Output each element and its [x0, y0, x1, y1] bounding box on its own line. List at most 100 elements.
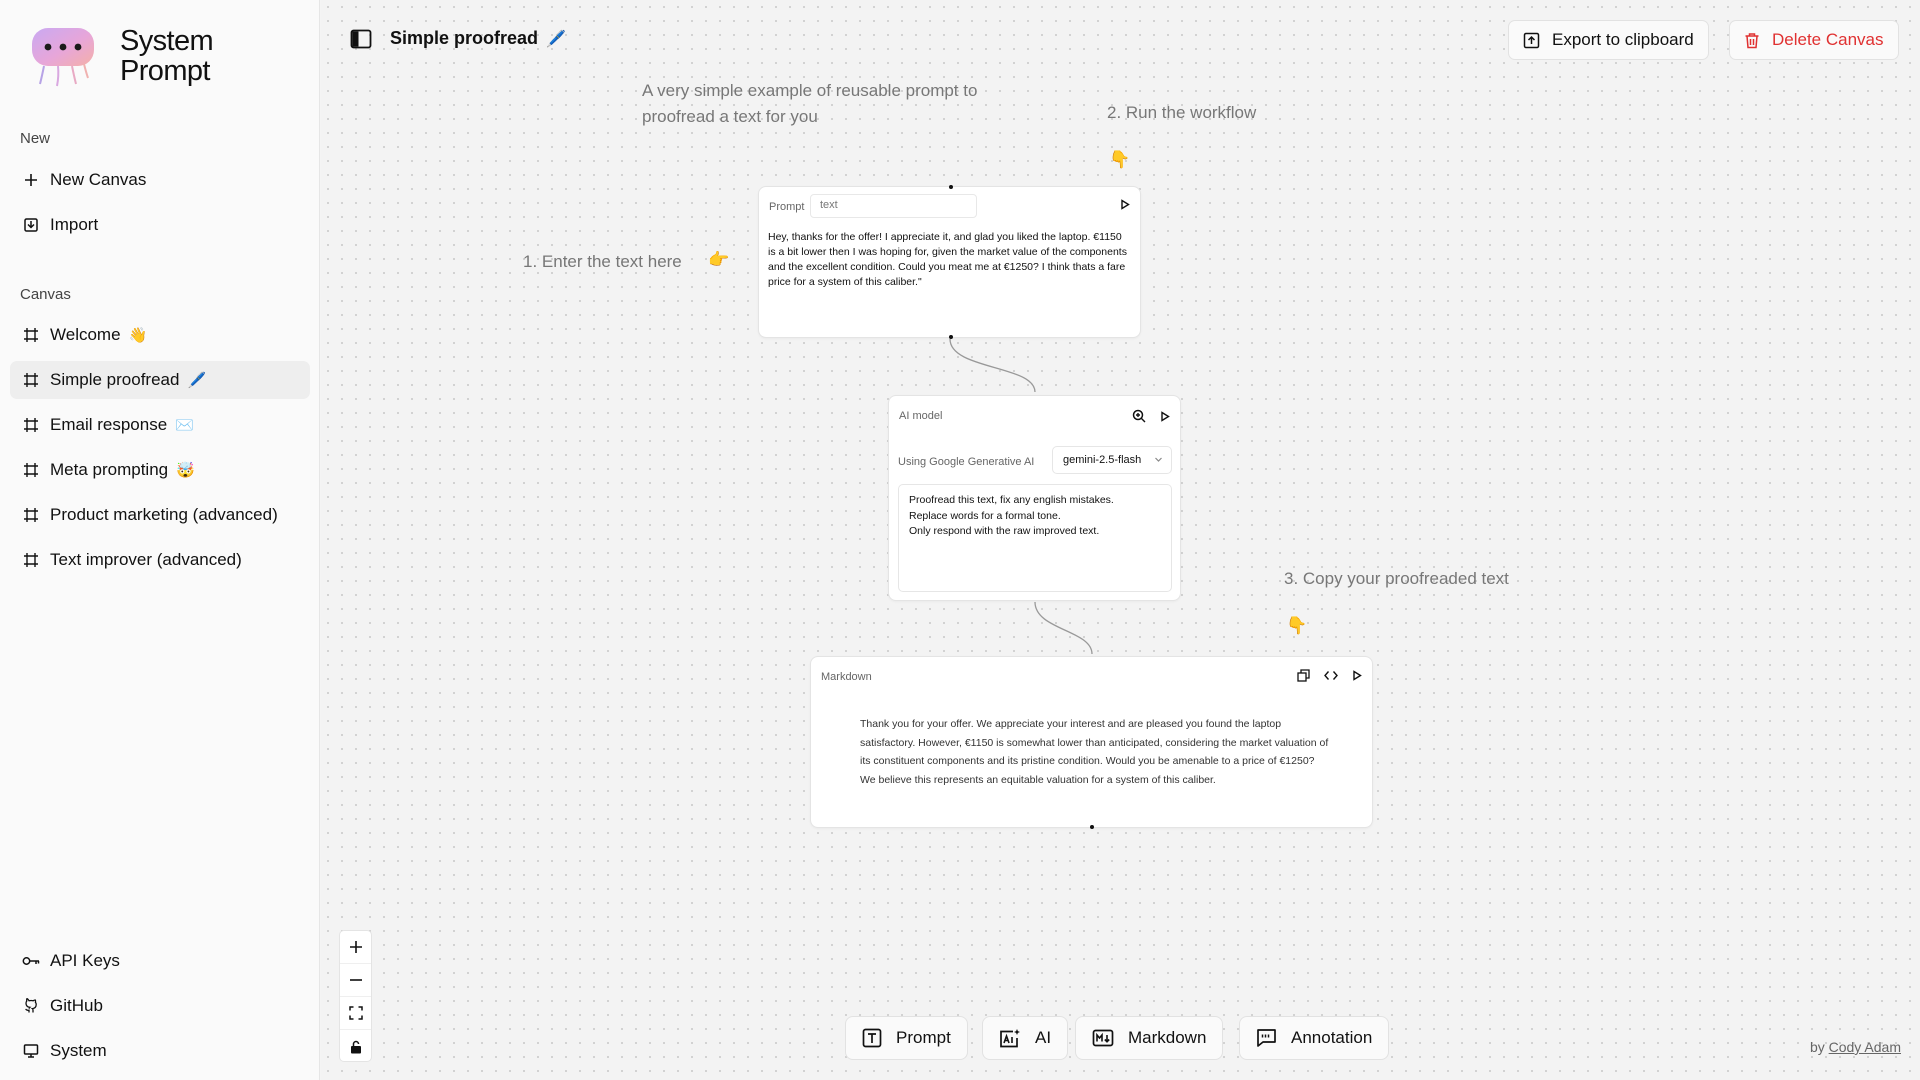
pointing-down-emoji: 👇: [1109, 150, 1131, 169]
markdown-output[interactable]: Thank you for your offer. We appreciate …: [860, 715, 1330, 789]
chevron-down-icon: [1154, 455, 1163, 467]
instruction-line: Only respond with the raw improved text.: [909, 525, 1100, 537]
minus-icon: [349, 979, 362, 981]
add-annotation-button[interactable]: Annotation: [1239, 1016, 1390, 1060]
pointing-right-emoji: 👉: [708, 250, 730, 269]
sidebar-item-label: Text improver (advanced): [50, 550, 242, 569]
instruction-line: Replace words for a formal tone.: [909, 509, 1061, 522]
play-icon[interactable]: [1352, 670, 1362, 681]
delete-canvas-button[interactable]: Delete Canvas: [1729, 20, 1899, 60]
markdown-node[interactable]: Markdown Thank you for your offer. We ap…: [810, 656, 1373, 829]
zoom-in-button[interactable]: [340, 931, 371, 964]
waving-hand-emoji: 👋: [128, 327, 148, 344]
frame-icon: [20, 369, 42, 391]
add-prompt-label: Prompt: [896, 1028, 951, 1047]
envelope-emoji: ✉️: [175, 417, 194, 434]
sidebar-item-label: Welcome: [50, 325, 121, 344]
sidebar-item-email-response[interactable]: Email response ✉️: [10, 406, 310, 444]
intro-annotation: A very simple example of reusable prompt…: [642, 78, 977, 130]
frame-icon: [20, 549, 42, 571]
sidebar-item-label: Meta prompting: [50, 460, 169, 479]
plus-icon: [20, 169, 42, 191]
sidebar-item-api-keys[interactable]: API Keys: [10, 942, 310, 980]
step1-annotation: 1. Enter the text here: [523, 252, 682, 271]
pointing-down-emoji: 👇: [1286, 616, 1308, 635]
sidebar-item-product-marketing[interactable]: Product marketing (advanced): [10, 496, 310, 534]
export-label: Export to clipboard: [1552, 30, 1694, 49]
copy-icon[interactable]: [1297, 669, 1310, 682]
frame-icon: [20, 414, 42, 436]
frame-icon: [20, 504, 42, 526]
sidebar: System Prompt New New Canvas Import Canv…: [0, 0, 320, 1080]
zoom-controls: [339, 930, 372, 1062]
author-credit: by Cody Adam: [1810, 1039, 1901, 1055]
export-icon: [1523, 32, 1540, 48]
sidebar-item-github[interactable]: GitHub: [10, 987, 310, 1025]
github-icon: [20, 995, 42, 1017]
brand-name: System Prompt: [120, 25, 214, 87]
author-link[interactable]: Cody Adam: [1829, 1039, 1901, 1055]
sidebar-item-label: Product marketing (advanced): [50, 505, 278, 524]
frame-icon: [20, 459, 42, 481]
add-ai-button[interactable]: AI: [982, 1016, 1069, 1060]
output-handle[interactable]: [949, 335, 953, 339]
brand-line-2: Prompt: [120, 55, 210, 87]
delete-label: Delete Canvas: [1772, 30, 1884, 49]
code-icon[interactable]: [1324, 670, 1338, 681]
toggle-sidebar-icon[interactable]: [350, 29, 372, 49]
new-canvas-label: New Canvas: [50, 170, 147, 189]
step2-annotation: 2. Run the workflow: [1107, 103, 1257, 122]
export-to-clipboard-button[interactable]: Export to clipboard: [1508, 20, 1709, 60]
sidebar-item-label: GitHub: [50, 996, 103, 1015]
add-prompt-button[interactable]: Prompt: [845, 1016, 968, 1060]
key-icon: [20, 950, 42, 972]
fit-view-button[interactable]: [340, 997, 371, 1030]
sidebar-item-text-improver[interactable]: Text improver (advanced): [10, 541, 310, 579]
sidebar-item-meta-prompting[interactable]: Meta prompting 🤯: [10, 451, 310, 489]
brand-line-1: System: [120, 25, 214, 57]
prompt-node[interactable]: Prompt text Hey, thanks for the offer! I…: [758, 185, 1141, 339]
step3-annotation: 3. Copy your proofreaded text: [1284, 569, 1509, 588]
output-handle[interactable]: [1090, 825, 1094, 829]
new-canvas-button[interactable]: New Canvas: [10, 161, 310, 199]
intro-line-2: proofread a text for you: [642, 107, 818, 126]
plus-icon: [349, 941, 362, 953]
pen-emoji: 🖊️: [546, 30, 566, 48]
frame-icon: [20, 324, 42, 346]
sidebar-item-system[interactable]: System: [10, 1032, 310, 1070]
play-icon[interactable]: [1160, 410, 1170, 422]
system-instructions-input[interactable]: Proofread this text, fix any english mis…: [898, 484, 1172, 592]
monitor-icon: [20, 1040, 42, 1062]
model-select[interactable]: gemini-2.5-flash: [1052, 446, 1172, 474]
zoom-out-button[interactable]: [340, 964, 371, 997]
lock-button[interactable]: [340, 1030, 371, 1063]
fit-view-icon: [348, 1006, 363, 1020]
sidebar-item-welcome[interactable]: Welcome 👋: [10, 316, 310, 354]
prompt-name-input[interactable]: text: [810, 194, 977, 218]
sidebar-item-simple-proofread[interactable]: Simple proofread 🖊️: [10, 361, 310, 399]
pen-emoji: 🖊️: [187, 372, 207, 389]
page-title-text: Simple proofread: [390, 28, 539, 48]
import-label: Import: [50, 215, 99, 234]
add-ai-label: AI: [1035, 1028, 1052, 1047]
trash-icon: [1745, 32, 1759, 48]
add-markdown-button[interactable]: Markdown: [1075, 1016, 1224, 1060]
import-icon: [20, 214, 42, 236]
section-canvas-label: Canvas: [20, 286, 71, 303]
ai-sparkle-icon: [1000, 1029, 1020, 1048]
play-icon[interactable]: [1120, 199, 1130, 210]
sidebar-item-label: API Keys: [50, 951, 120, 970]
page-title: Simple proofread 🖊️: [350, 28, 566, 49]
prompt-text[interactable]: Hey, thanks for the offer! I appreciate …: [768, 230, 1130, 290]
ai-model-node[interactable]: AI model Using Google Generative AI gemi…: [888, 395, 1181, 601]
section-new-label: New: [20, 130, 51, 147]
zoom-search-icon[interactable]: [1132, 409, 1146, 423]
import-button[interactable]: Import: [10, 206, 310, 244]
intro-line-1: A very simple example of reusable prompt…: [642, 81, 978, 100]
sidebar-item-label: Simple proofread: [50, 370, 180, 389]
ai-node-label: AI model: [899, 410, 943, 422]
lock-icon: [350, 1040, 361, 1053]
markdown-node-label: Markdown: [821, 671, 872, 683]
provider-label: Using Google Generative AI: [898, 456, 1035, 468]
quote-bubble-icon: [1257, 1029, 1276, 1047]
